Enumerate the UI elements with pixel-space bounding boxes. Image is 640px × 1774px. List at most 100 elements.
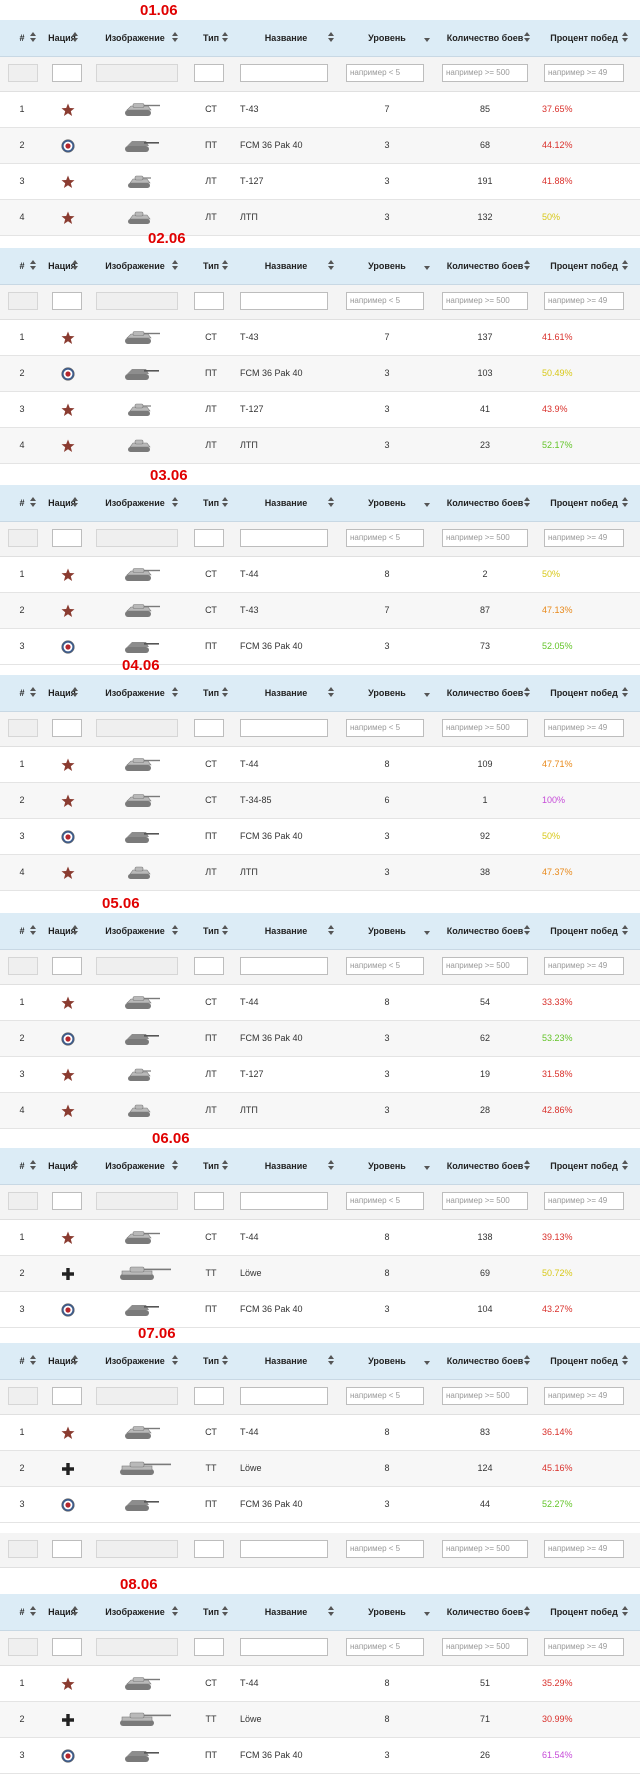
filter-type-input[interactable] bbox=[194, 292, 224, 310]
table-row[interactable]: 3 ПТ FCM 36 Pak 40 3 104 43.27% bbox=[0, 1292, 640, 1328]
sort-icon[interactable] bbox=[30, 497, 36, 507]
filter-level-input[interactable]: например < 5 bbox=[346, 1192, 424, 1210]
filter-name-input[interactable] bbox=[240, 529, 328, 547]
table-row[interactable]: 1 СТ Т-44 8 2 50% bbox=[0, 557, 640, 593]
sort-icon[interactable] bbox=[72, 32, 78, 42]
filter-nation-input[interactable] bbox=[52, 719, 82, 737]
sort-icon[interactable] bbox=[222, 32, 228, 42]
column-header-level[interactable]: Уровень bbox=[342, 20, 432, 56]
filter-level-input[interactable]: например < 5 bbox=[346, 529, 424, 547]
sort-icon[interactable] bbox=[222, 925, 228, 935]
filter-type-input[interactable] bbox=[194, 957, 224, 975]
filter-name-input[interactable] bbox=[240, 957, 328, 975]
sort-icon[interactable] bbox=[72, 1355, 78, 1365]
filter-nation-input[interactable] bbox=[52, 1540, 82, 1558]
sort-icon[interactable] bbox=[328, 1355, 334, 1365]
column-header-name[interactable]: Название bbox=[236, 248, 336, 284]
sort-icon[interactable] bbox=[524, 32, 530, 42]
sort-icon[interactable] bbox=[72, 925, 78, 935]
filter-level-input[interactable]: например < 5 bbox=[346, 1540, 424, 1558]
sort-icon[interactable] bbox=[30, 925, 36, 935]
sort-icon[interactable] bbox=[222, 1606, 228, 1616]
filter-winrate-input[interactable]: например >= 49 bbox=[544, 292, 624, 310]
sort-icon[interactable] bbox=[424, 260, 430, 270]
filter-winrate-input[interactable]: например >= 49 bbox=[544, 529, 624, 547]
column-header-name[interactable]: Название bbox=[236, 675, 336, 711]
column-header-winrate[interactable]: Процент побед bbox=[538, 1594, 630, 1630]
filter-level-input[interactable]: например < 5 bbox=[346, 719, 424, 737]
table-row[interactable]: 4 ЛТ ЛТП 3 38 47.37% bbox=[0, 855, 640, 891]
column-header-battles[interactable]: Количество боев bbox=[438, 675, 532, 711]
filter-battles-input[interactable]: например >= 500 bbox=[442, 1192, 528, 1210]
filter-type-input[interactable] bbox=[194, 529, 224, 547]
column-header-battles[interactable]: Количество боев bbox=[438, 20, 532, 56]
filter-level-input[interactable]: например < 5 bbox=[346, 1387, 424, 1405]
column-header-level[interactable]: Уровень bbox=[342, 913, 432, 949]
filter-name-input[interactable] bbox=[240, 719, 328, 737]
sort-icon[interactable] bbox=[524, 497, 530, 507]
sort-icon[interactable] bbox=[328, 497, 334, 507]
sort-icon[interactable] bbox=[524, 687, 530, 697]
sort-icon[interactable] bbox=[622, 497, 628, 507]
column-header-level[interactable]: Уровень bbox=[342, 485, 432, 521]
sort-icon[interactable] bbox=[328, 1160, 334, 1170]
sort-icon[interactable] bbox=[424, 925, 430, 935]
filter-level-input[interactable]: например < 5 bbox=[346, 64, 424, 82]
column-header-image[interactable]: Изображение bbox=[90, 675, 180, 711]
sort-icon[interactable] bbox=[172, 1355, 178, 1365]
sort-icon[interactable] bbox=[30, 1606, 36, 1616]
column-header-image[interactable]: Изображение bbox=[90, 485, 180, 521]
filter-level-input[interactable]: например < 5 bbox=[346, 292, 424, 310]
table-row[interactable]: 1 СТ Т-44 8 138 39.13% bbox=[0, 1220, 640, 1256]
column-header-name[interactable]: Название bbox=[236, 20, 336, 56]
sort-icon[interactable] bbox=[172, 687, 178, 697]
filter-name-input[interactable] bbox=[240, 1387, 328, 1405]
sort-icon[interactable] bbox=[424, 1355, 430, 1365]
sort-icon[interactable] bbox=[222, 1355, 228, 1365]
column-header-winrate[interactable]: Процент побед bbox=[538, 913, 630, 949]
filter-type-input[interactable] bbox=[194, 1540, 224, 1558]
filter-nation-input[interactable] bbox=[52, 957, 82, 975]
sort-icon[interactable] bbox=[328, 32, 334, 42]
sort-icon[interactable] bbox=[30, 687, 36, 697]
sort-icon[interactable] bbox=[328, 925, 334, 935]
table-row[interactable]: 3 ПТ FCM 36 Pak 40 3 73 52.05% bbox=[0, 629, 640, 665]
column-header-image[interactable]: Изображение bbox=[90, 1148, 180, 1184]
table-row[interactable]: 4 ЛТ ЛТП 3 28 42.86% bbox=[0, 1093, 640, 1129]
sort-icon[interactable] bbox=[222, 687, 228, 697]
sort-icon[interactable] bbox=[524, 260, 530, 270]
sort-icon[interactable] bbox=[622, 260, 628, 270]
filter-name-input[interactable] bbox=[240, 1540, 328, 1558]
table-row[interactable]: 3 ПТ FCM 36 Pak 40 3 44 52.27% bbox=[0, 1487, 640, 1523]
column-header-name[interactable]: Название bbox=[236, 1594, 336, 1630]
filter-level-input[interactable]: например < 5 bbox=[346, 957, 424, 975]
table-row[interactable]: 2 ТТ Löwe 8 69 50.72% bbox=[0, 1256, 640, 1292]
column-header-name[interactable]: Название bbox=[236, 1148, 336, 1184]
table-row[interactable]: 1 СТ Т-44 8 51 35.29% bbox=[0, 1666, 640, 1702]
column-header-winrate[interactable]: Процент побед bbox=[538, 20, 630, 56]
column-header-image[interactable]: Изображение bbox=[90, 1343, 180, 1379]
table-row[interactable]: 3 ЛТ Т-127 3 191 41.88% bbox=[0, 164, 640, 200]
filter-battles-input[interactable]: например >= 500 bbox=[442, 529, 528, 547]
column-header-battles[interactable]: Количество боев bbox=[438, 1594, 532, 1630]
filter-name-input[interactable] bbox=[240, 292, 328, 310]
sort-icon[interactable] bbox=[524, 1606, 530, 1616]
table-row[interactable]: 1 СТ Т-43 7 85 37.65% bbox=[0, 92, 640, 128]
filter-nation-input[interactable] bbox=[52, 64, 82, 82]
table-row[interactable]: 2 ТТ Löwe 8 124 45.16% bbox=[0, 1451, 640, 1487]
table-row[interactable]: 3 ЛТ Т-127 3 41 43.9% bbox=[0, 392, 640, 428]
column-header-winrate[interactable]: Процент побед bbox=[538, 675, 630, 711]
filter-nation-input[interactable] bbox=[52, 529, 82, 547]
filter-battles-input[interactable]: например >= 500 bbox=[442, 957, 528, 975]
column-header-name[interactable]: Название bbox=[236, 1343, 336, 1379]
column-header-name[interactable]: Название bbox=[236, 913, 336, 949]
filter-nation-input[interactable] bbox=[52, 1638, 82, 1656]
sort-icon[interactable] bbox=[72, 497, 78, 507]
table-row[interactable]: 2 ПТ FCM 36 Pak 40 3 62 53.23% bbox=[0, 1021, 640, 1057]
table-row[interactable]: 4 ЛТ ЛТП 3 132 50% bbox=[0, 200, 640, 236]
sort-icon[interactable] bbox=[30, 260, 36, 270]
filter-battles-input[interactable]: например >= 500 bbox=[442, 719, 528, 737]
filter-type-input[interactable] bbox=[194, 719, 224, 737]
sort-icon[interactable] bbox=[222, 1160, 228, 1170]
sort-icon[interactable] bbox=[622, 32, 628, 42]
